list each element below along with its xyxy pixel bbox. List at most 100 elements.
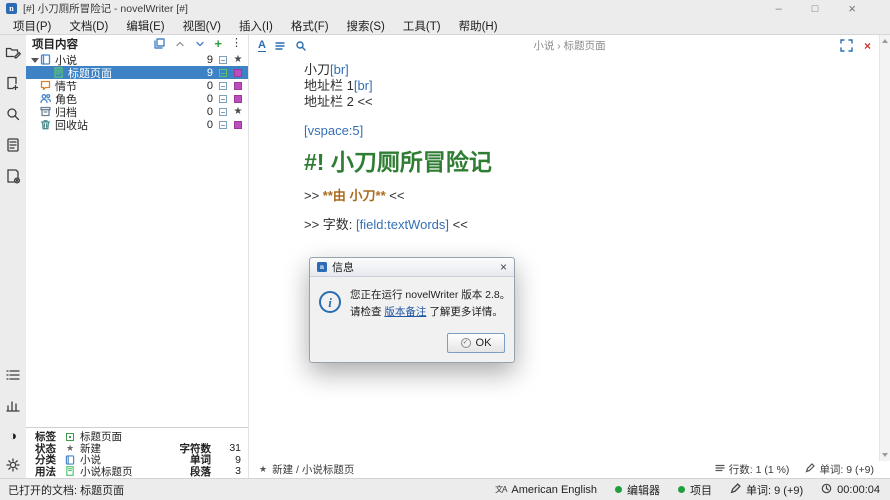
session-time-label: 00:00:04 bbox=[837, 484, 880, 496]
session-words: 单词: 9 (+9) bbox=[730, 482, 803, 498]
novel-view-icon[interactable] bbox=[5, 75, 21, 91]
menu-project[interactable]: 项目(P) bbox=[4, 18, 60, 34]
active-flag-icon bbox=[219, 121, 227, 129]
detail-usage-value: 小说标题页 bbox=[80, 464, 133, 479]
document-heading: #! 小刀厕所冒险记 bbox=[304, 148, 866, 176]
menu-search[interactable]: 搜索(S) bbox=[338, 18, 394, 34]
status-bar: 已打开的文档: 标题页面 文A American English 编辑器 项目 … bbox=[0, 478, 890, 500]
tree-item-count: 9 bbox=[198, 67, 213, 79]
class-book-icon bbox=[65, 455, 75, 465]
quick-links-icon[interactable] bbox=[154, 38, 165, 49]
theme-toggle-icon[interactable] bbox=[9, 429, 17, 442]
menu-bar: 项目(P) 文档(D) 编辑(E) 视图(V) 插入(I) 格式(F) 搜索(S… bbox=[0, 17, 890, 35]
info-dialog: 信息 您正在运行 novelWriter 版本 2.8。 请检查 版本备注 了解… bbox=[309, 257, 515, 363]
text-line: 地址栏 1[br] bbox=[304, 78, 866, 94]
status-star-icon[interactable] bbox=[259, 465, 267, 474]
status-star-icon bbox=[65, 443, 75, 453]
chars-value: 31 bbox=[225, 442, 241, 454]
status-flag-icon bbox=[234, 121, 242, 129]
detail-usage-label: 用法 bbox=[35, 464, 60, 479]
tree-item-count: 0 bbox=[198, 93, 213, 105]
search-icon[interactable] bbox=[5, 106, 21, 122]
dialog-message-line2: 请检查 版本备注 了解更多详情。 bbox=[350, 304, 505, 321]
manuscript-build-icon[interactable] bbox=[5, 168, 21, 184]
scroll-up-icon[interactable] bbox=[882, 39, 888, 43]
byline: >> **由 小刀** << bbox=[304, 188, 866, 204]
project-panel-header: 项目内容 bbox=[26, 35, 248, 52]
session-timer: 00:00:04 bbox=[821, 483, 880, 497]
breadcrumb-parent: 小说 bbox=[533, 40, 554, 52]
focus-mode-icon[interactable] bbox=[840, 39, 853, 52]
minimize-button[interactable] bbox=[776, 3, 782, 15]
release-notes-link[interactable]: 版本备注 bbox=[384, 306, 426, 318]
paras-label: 段落 bbox=[190, 464, 211, 479]
project-tree: 小说 9 标题页面 9 bbox=[26, 52, 248, 131]
text-settings-icon[interactable] bbox=[258, 40, 266, 52]
add-item-icon[interactable] bbox=[214, 37, 222, 50]
lines-icon bbox=[715, 463, 725, 476]
active-flag-icon bbox=[219, 95, 227, 103]
footer-word-count: 单词: 9 (+9) bbox=[819, 462, 874, 477]
title-bar: [#] 小刀厕所冒险记 - novelWriter [#] bbox=[0, 0, 890, 17]
book-icon bbox=[39, 54, 51, 66]
novelwriter-window: [#] 小刀厕所冒险记 - novelWriter [#] 项目(P) 文档(D… bbox=[0, 0, 890, 500]
window-title: [#] 小刀厕所冒险记 - novelWriter [#] bbox=[23, 1, 188, 16]
menu-tools[interactable]: 工具(T) bbox=[394, 18, 450, 34]
menu-document[interactable]: 文档(D) bbox=[60, 18, 117, 34]
move-down-icon[interactable] bbox=[194, 38, 205, 49]
menu-insert[interactable]: 插入(I) bbox=[230, 18, 282, 34]
session-words-label: 单词: 9 (+9) bbox=[746, 482, 803, 498]
app-icon bbox=[317, 262, 327, 272]
language-selector[interactable]: 文A American English bbox=[495, 484, 597, 496]
maximize-button[interactable] bbox=[812, 3, 819, 15]
breadcrumb-separator-icon: › bbox=[557, 40, 561, 52]
project-panel: 项目内容 bbox=[26, 35, 248, 478]
project-menu-icon[interactable] bbox=[231, 38, 242, 49]
collapse-arrow-icon[interactable] bbox=[30, 55, 39, 64]
tree-item-count: 0 bbox=[198, 119, 213, 131]
sidebar bbox=[0, 35, 26, 478]
project-tree-icon[interactable] bbox=[5, 44, 21, 60]
outline-view-icon[interactable] bbox=[5, 137, 21, 153]
tree-item-novel[interactable]: 小说 9 bbox=[26, 53, 248, 66]
writing-stats-icon[interactable] bbox=[5, 398, 21, 414]
dialog-close-icon[interactable] bbox=[500, 261, 507, 273]
close-button[interactable] bbox=[848, 1, 856, 16]
breadcrumb: 小说 › 标题页面 bbox=[249, 38, 890, 53]
characters-icon bbox=[39, 93, 51, 105]
settings-gear-icon[interactable] bbox=[5, 457, 21, 473]
move-up-icon[interactable] bbox=[174, 38, 185, 49]
words-value: 9 bbox=[225, 454, 241, 466]
status-flag-icon bbox=[234, 82, 242, 90]
info-icon bbox=[319, 291, 341, 313]
doc-menu-icon[interactable] bbox=[274, 39, 287, 52]
active-flag-icon bbox=[219, 108, 227, 116]
footer-line-count: 行数: 1 (1 %) bbox=[729, 462, 790, 477]
pen-icon bbox=[805, 463, 815, 476]
active-flag-icon bbox=[219, 69, 227, 77]
app-icon bbox=[6, 3, 17, 14]
vspace-shortcode: [vspace:5] bbox=[304, 123, 866, 139]
tag-icon bbox=[65, 432, 75, 442]
tree-item-trash[interactable]: 回收站 0 bbox=[26, 118, 248, 131]
menu-edit[interactable]: 编辑(E) bbox=[117, 18, 173, 34]
close-document-icon[interactable] bbox=[864, 40, 871, 52]
footer-status[interactable]: 新建 / 小说标题页 bbox=[272, 462, 354, 477]
outline-details-icon[interactable] bbox=[5, 367, 21, 383]
ok-button-label: OK bbox=[476, 337, 492, 349]
language-label: American English bbox=[511, 484, 597, 496]
menu-format[interactable]: 格式(F) bbox=[282, 18, 338, 34]
editor-theme-indicator: 编辑器 bbox=[615, 482, 660, 498]
editor-scrollbar[interactable] bbox=[879, 35, 890, 461]
editor-header: 小说 › 标题页面 bbox=[249, 35, 890, 56]
editor-search-icon[interactable] bbox=[295, 39, 308, 52]
menu-help[interactable]: 帮助(H) bbox=[450, 18, 507, 34]
breadcrumb-current: 标题页面 bbox=[564, 40, 606, 52]
dialog-title-bar[interactable]: 信息 bbox=[310, 258, 514, 277]
menu-view[interactable]: 视图(V) bbox=[174, 18, 230, 34]
ok-button[interactable]: OK bbox=[447, 333, 505, 353]
status-flag-icon bbox=[234, 69, 242, 77]
scroll-down-icon[interactable] bbox=[882, 453, 888, 457]
tree-item-count: 9 bbox=[198, 54, 213, 66]
pen-icon bbox=[730, 483, 741, 497]
